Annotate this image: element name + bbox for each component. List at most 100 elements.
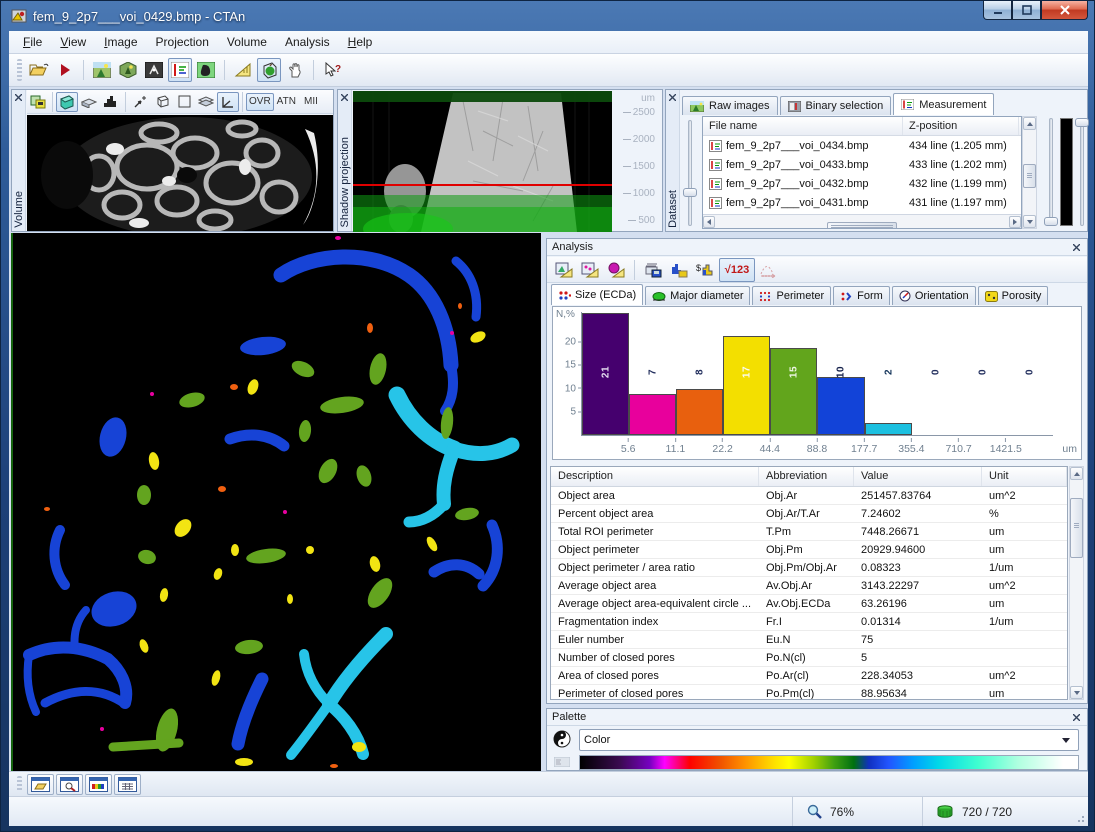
pick-point-icon[interactable] <box>129 92 151 112</box>
distribution-icon[interactable] <box>757 258 781 282</box>
slices-icon[interactable] <box>195 92 217 112</box>
dataset-close-icon[interactable] <box>667 92 678 103</box>
file-list-vscrollbar[interactable] <box>1022 116 1037 229</box>
histogram-range-slider-right[interactable] <box>1075 118 1089 226</box>
binary-image-view[interactable] <box>11 233 541 771</box>
menu-help[interactable]: Help <box>340 32 381 52</box>
file-row[interactable]: fem_9_2p7___voi_0433.bmp 433 line (1.202… <box>703 155 1021 174</box>
toolbar-grip[interactable] <box>17 59 22 81</box>
run-icon[interactable] <box>53 58 77 82</box>
measure-tool-icon[interactable] <box>231 58 255 82</box>
tab-raw-images[interactable]: Raw images <box>682 96 778 115</box>
minimize-button[interactable] <box>983 1 1012 20</box>
close-button[interactable] <box>1041 1 1088 20</box>
menu-image[interactable]: Image <box>96 32 145 52</box>
palette-gradient[interactable] <box>579 755 1079 770</box>
resize-grip-icon[interactable] <box>1072 797 1088 826</box>
wire-cube-icon[interactable] <box>151 92 173 112</box>
open-icon[interactable] <box>27 58 51 82</box>
table-row[interactable]: Object areaObj.Ar251457.83764um^2 <box>551 487 1067 505</box>
analysis-close-icon[interactable] <box>1071 242 1082 253</box>
clip-plane-icon[interactable] <box>78 92 100 112</box>
numeric-results-icon[interactable]: √123 <box>719 258 755 282</box>
table-row[interactable]: Object perimeter / area ratioObj.Pm/Obj.… <box>551 559 1067 577</box>
palette-window-icon[interactable] <box>85 774 112 795</box>
column-unit[interactable]: Unit <box>982 467 1067 486</box>
maximize-button[interactable] <box>1012 1 1041 20</box>
results-window-icon[interactable] <box>114 774 141 795</box>
file-row[interactable]: fem_9_2p7___voi_0432.bmp 432 line (1.199… <box>703 174 1021 193</box>
dataset-left-slider[interactable] <box>683 120 697 226</box>
window-toolbar <box>9 771 1088 796</box>
title-bar: fem_9_2p7___voi_0429.bmp - CTAn <box>1 1 1095 31</box>
ovr-button[interactable]: OVR <box>246 93 274 111</box>
histogram-save-icon[interactable] <box>667 258 691 282</box>
copy-save-icon[interactable] <box>27 92 49 112</box>
column-z-position[interactable]: Z-position <box>903 117 1019 135</box>
table-row[interactable]: Total ROI perimeterT.Pm7448.26671um <box>551 523 1067 541</box>
menu-view[interactable]: View <box>52 32 94 52</box>
file-list-hscrollbar[interactable] <box>703 214 1021 228</box>
tab-porosity[interactable]: Porosity <box>978 286 1049 305</box>
pan-icon[interactable] <box>283 58 307 82</box>
table-row[interactable]: Average object area-equivalent circle ..… <box>551 595 1067 613</box>
table-row[interactable]: Fragmentation indexFr.I0.013141/um <box>551 613 1067 631</box>
analysis-roi-icon[interactable] <box>578 258 602 282</box>
axes-icon[interactable] <box>217 92 239 112</box>
window-toolbar-grip[interactable] <box>17 776 22 792</box>
volume-3d-icon[interactable] <box>257 58 281 82</box>
menu-projection[interactable]: Projection <box>148 32 217 52</box>
mii-button[interactable]: MII <box>299 93 323 111</box>
histogram-range-slider-left[interactable] <box>1044 118 1058 226</box>
file-row[interactable]: fem_9_2p7___voi_0434.bmp 434 line (1.205… <box>703 136 1021 155</box>
magnifier-window-icon[interactable] <box>56 774 83 795</box>
file-row[interactable]: fem_9_2p7___voi_0431.bmp 431 line (1.197… <box>703 193 1021 212</box>
table-row[interactable]: Object perimeterObj.Pm20929.94600um <box>551 541 1067 559</box>
cost-analysis-icon[interactable]: $ <box>693 258 717 282</box>
invert-palette-icon[interactable] <box>553 730 571 748</box>
table-row[interactable]: Number of closed poresPo.N(cl)5 <box>551 649 1067 667</box>
region-icon[interactable] <box>173 92 195 112</box>
tab-size-ecda[interactable]: Size (ECDa) <box>551 284 643 305</box>
tab-binary-selection[interactable]: Binary selection <box>780 96 892 115</box>
shadow-close-icon[interactable] <box>339 92 350 103</box>
table-row[interactable]: Average object areaAv.Obj.Ar3143.22297um… <box>551 577 1067 595</box>
volume-render-icon[interactable] <box>56 92 78 112</box>
shadow-projection-view[interactable] <box>353 91 612 230</box>
results-table-vscrollbar[interactable] <box>1069 466 1084 700</box>
palette-close-icon[interactable] <box>1071 712 1082 723</box>
tab-measurement[interactable]: Measurement <box>893 93 994 115</box>
column-description[interactable]: Description <box>551 467 759 486</box>
menu-volume[interactable]: Volume <box>219 32 275 52</box>
atn-button[interactable]: ATN <box>274 93 299 111</box>
dataset-window-icon[interactable] <box>27 774 54 795</box>
context-help-icon[interactable]: ? <box>320 58 344 82</box>
column-abbreviation[interactable]: Abbreviation <box>759 467 854 486</box>
menu-file[interactable]: File <box>15 32 50 52</box>
analysis-3d-icon[interactable] <box>604 258 628 282</box>
morphology-icon[interactable] <box>194 58 218 82</box>
raw-images-icon <box>690 101 704 112</box>
column-file-name[interactable]: File name <box>703 117 903 135</box>
batch-save-icon[interactable] <box>641 258 665 282</box>
table-row[interactable]: Percent object areaObj.Ar/T.Ar7.24602% <box>551 505 1067 523</box>
volume-close-icon[interactable] <box>13 92 24 103</box>
tab-perimeter[interactable]: Perimeter <box>752 286 831 305</box>
threshold-icon[interactable] <box>142 58 166 82</box>
table-row[interactable]: Euler numberEu.N75 <box>551 631 1067 649</box>
roi-icon[interactable] <box>116 58 140 82</box>
tab-orientation[interactable]: Orientation <box>892 286 976 305</box>
table-row[interactable]: Perimeter of closed poresPo.Pm(cl)88.956… <box>551 685 1067 700</box>
histogram-icon[interactable] <box>100 92 122 112</box>
table-row[interactable]: Area of closed poresPo.Ar(cl)228.34053um… <box>551 667 1067 685</box>
palette-mode-icon[interactable] <box>554 757 570 767</box>
measurement-icon[interactable] <box>168 58 192 82</box>
menu-analysis[interactable]: Analysis <box>277 32 338 52</box>
tab-form[interactable]: Form <box>833 286 890 305</box>
palette-select[interactable]: Color <box>579 729 1079 751</box>
raw-image-icon[interactable] <box>90 58 114 82</box>
column-value[interactable]: Value <box>854 467 982 486</box>
analysis-2d-icon[interactable] <box>552 258 576 282</box>
volume-render-view[interactable] <box>27 115 332 230</box>
tab-major-diameter[interactable]: Major diameter <box>645 286 750 305</box>
